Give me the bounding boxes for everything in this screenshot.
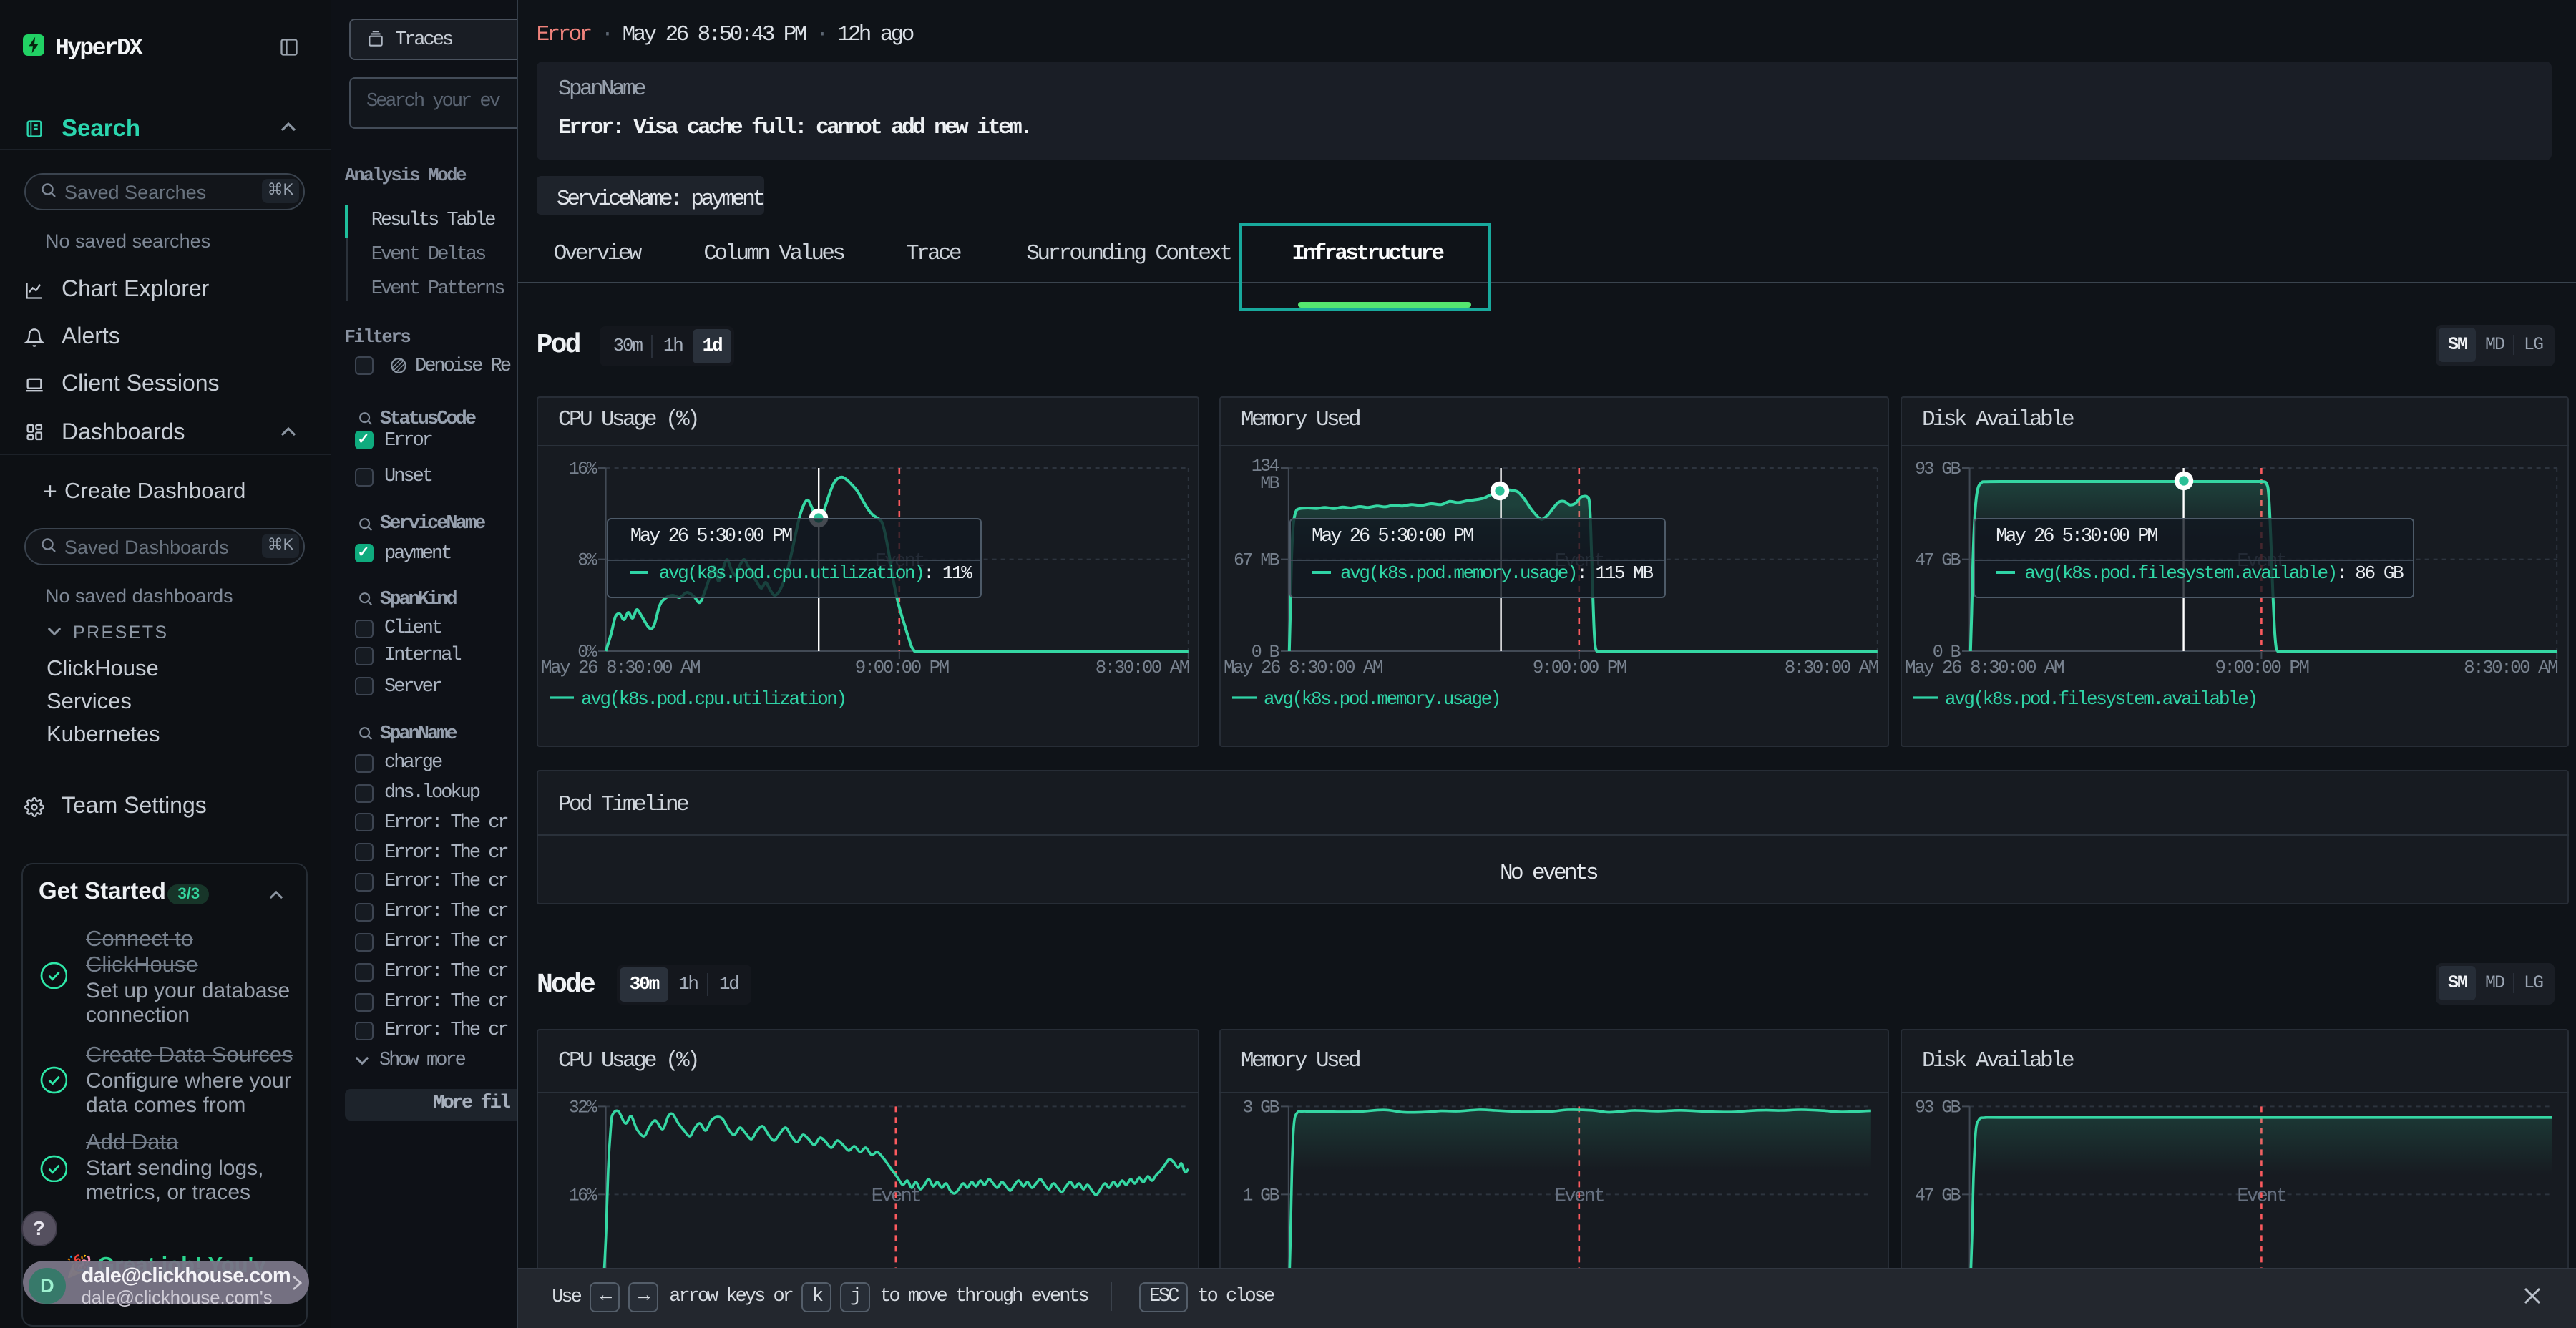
svg-text:47 GB: 47 GB: [1914, 1185, 1961, 1206]
svg-text:8:30:00 AM: 8:30:00 AM: [2463, 656, 2557, 678]
svg-text:1 GB: 1 GB: [1241, 1185, 1279, 1206]
svg-text:avg(k8s.pod.cpu.utilization): avg(k8s.pod.cpu.utilization): [580, 688, 845, 709]
svg-text:8:30:00 AM: 8:30:00 AM: [1784, 656, 1878, 678]
svg-text:67 MB: 67 MB: [1233, 550, 1279, 570]
svg-text:16%: 16%: [568, 1185, 597, 1206]
svg-text:3 GB: 3 GB: [1241, 1097, 1279, 1118]
svg-text:May 26 8:30:00 AM: May 26 8:30:00 AM: [540, 656, 699, 678]
svg-text:9:00:00 PM: 9:00:00 PM: [2214, 656, 2308, 678]
svg-text:MB: MB: [1259, 472, 1279, 493]
svg-text:avg(k8s.pod.memory.usage): avg(k8s.pod.memory.usage): [1263, 688, 1499, 709]
svg-text:16%: 16%: [568, 458, 597, 479]
svg-text:9:00:00 PM: 9:00:00 PM: [1532, 656, 1626, 678]
svg-text:8%: 8%: [577, 550, 597, 570]
svg-text:8:30:00 AM: 8:30:00 AM: [1095, 656, 1189, 678]
svg-text:9:00:00 PM: 9:00:00 PM: [854, 656, 948, 678]
svg-text:93 GB: 93 GB: [1914, 1097, 1961, 1118]
svg-text:47 GB: 47 GB: [1914, 550, 1961, 570]
svg-text:32%: 32%: [568, 1097, 597, 1118]
svg-text:avg(k8s.pod.filesystem.availab: avg(k8s.pod.filesystem.available): [1944, 688, 2256, 709]
svg-text:93 GB: 93 GB: [1914, 458, 1961, 479]
svg-text:May 26 8:30:00 AM: May 26 8:30:00 AM: [1223, 656, 1382, 678]
svg-text:May 26 8:30:00 AM: May 26 8:30:00 AM: [1904, 656, 2063, 678]
